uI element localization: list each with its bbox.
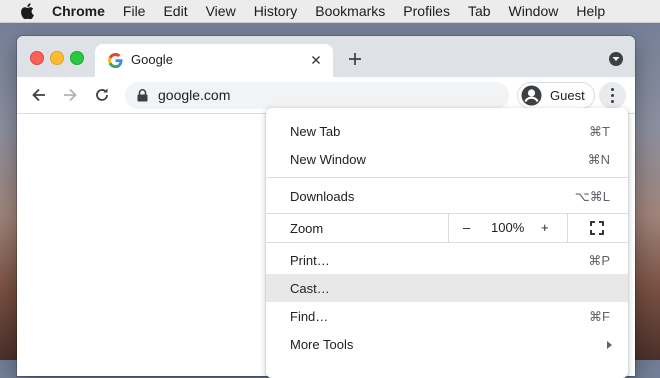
- menu-item-zoom: Zoom – 100% +: [266, 213, 628, 243]
- menu-separator: [266, 242, 628, 243]
- menu-profiles[interactable]: Profiles: [403, 3, 450, 19]
- apple-logo-icon[interactable]: [20, 3, 34, 19]
- menu-history[interactable]: History: [254, 3, 298, 19]
- tab-google[interactable]: Google: [95, 44, 333, 77]
- menu-item-downloads[interactable]: Downloads ⌥⌘L: [266, 182, 628, 210]
- menu-item-label: More Tools: [290, 337, 354, 352]
- menu-item-shortcut: ⌘P: [588, 253, 610, 268]
- zoom-label: Zoom: [290, 221, 324, 236]
- menu-item-shortcut: ⌘N: [587, 152, 610, 167]
- close-icon[interactable]: [309, 53, 323, 67]
- tab-search-icon[interactable]: [609, 52, 623, 66]
- chevron-right-icon: [607, 341, 612, 349]
- zoom-control: – 100% +: [448, 213, 568, 243]
- menu-edit[interactable]: Edit: [163, 3, 187, 19]
- profile-button[interactable]: Guest: [517, 82, 595, 109]
- forward-arrow-icon[interactable]: [60, 85, 80, 105]
- omnibox[interactable]: google.com: [125, 82, 509, 109]
- menu-item-find[interactable]: Find… ⌘F: [266, 302, 628, 330]
- menu-item-more-tools[interactable]: More Tools: [266, 330, 628, 358]
- menu-bookmarks[interactable]: Bookmarks: [315, 3, 385, 19]
- zoom-in-button[interactable]: +: [541, 220, 549, 235]
- minimize-window-button[interactable]: [50, 51, 64, 65]
- menu-item-label: New Window: [290, 152, 366, 167]
- tab-strip: Google: [17, 36, 635, 77]
- profile-label: Guest: [550, 88, 585, 103]
- menu-item-shortcut: ⌥⌘L: [574, 189, 610, 204]
- menu-help[interactable]: Help: [576, 3, 605, 19]
- google-g-icon: [108, 53, 123, 68]
- menu-separator: [266, 177, 628, 178]
- lock-icon[interactable]: [137, 89, 148, 102]
- chrome-main-menu: New Tab ⌘T New Window ⌘N Downloads ⌥⌘L Z…: [266, 108, 628, 378]
- menu-item-label: Cast…: [290, 281, 330, 296]
- macos-menu-bar: Chrome File Edit View History Bookmarks …: [0, 0, 660, 23]
- zoom-out-button[interactable]: –: [463, 220, 470, 235]
- menu-item-shortcut: ⌘F: [589, 309, 610, 324]
- menu-item-label: Print…: [290, 253, 330, 268]
- menu-item-new-window[interactable]: New Window ⌘N: [266, 145, 628, 173]
- menu-window[interactable]: Window: [509, 3, 559, 19]
- tab-title: Google: [131, 52, 173, 67]
- menu-item-shortcut: ⌘T: [589, 124, 610, 139]
- menu-view[interactable]: View: [206, 3, 236, 19]
- fullscreen-icon[interactable]: [590, 221, 604, 235]
- menu-item-cast[interactable]: Cast…: [266, 274, 628, 302]
- menu-item-label: New Tab: [290, 124, 341, 139]
- menu-item-label: Downloads: [290, 189, 355, 204]
- menu-chrome[interactable]: Chrome: [52, 3, 105, 19]
- kebab-menu-icon[interactable]: [599, 82, 626, 109]
- reload-icon[interactable]: [92, 85, 112, 105]
- menu-item-label: Find…: [290, 309, 329, 324]
- menu-item-new-tab[interactable]: New Tab ⌘T: [266, 117, 628, 145]
- back-arrow-icon[interactable]: [29, 85, 49, 105]
- plus-icon[interactable]: [347, 51, 363, 67]
- menu-tab[interactable]: Tab: [468, 3, 491, 19]
- menu-item-print[interactable]: Print… ⌘P: [266, 246, 628, 274]
- guest-avatar-icon: [521, 85, 542, 106]
- url-text[interactable]: google.com: [158, 87, 230, 103]
- zoom-window-button[interactable]: [70, 51, 84, 65]
- close-window-button[interactable]: [30, 51, 44, 65]
- zoom-level: 100%: [491, 220, 525, 235]
- menu-file[interactable]: File: [123, 3, 146, 19]
